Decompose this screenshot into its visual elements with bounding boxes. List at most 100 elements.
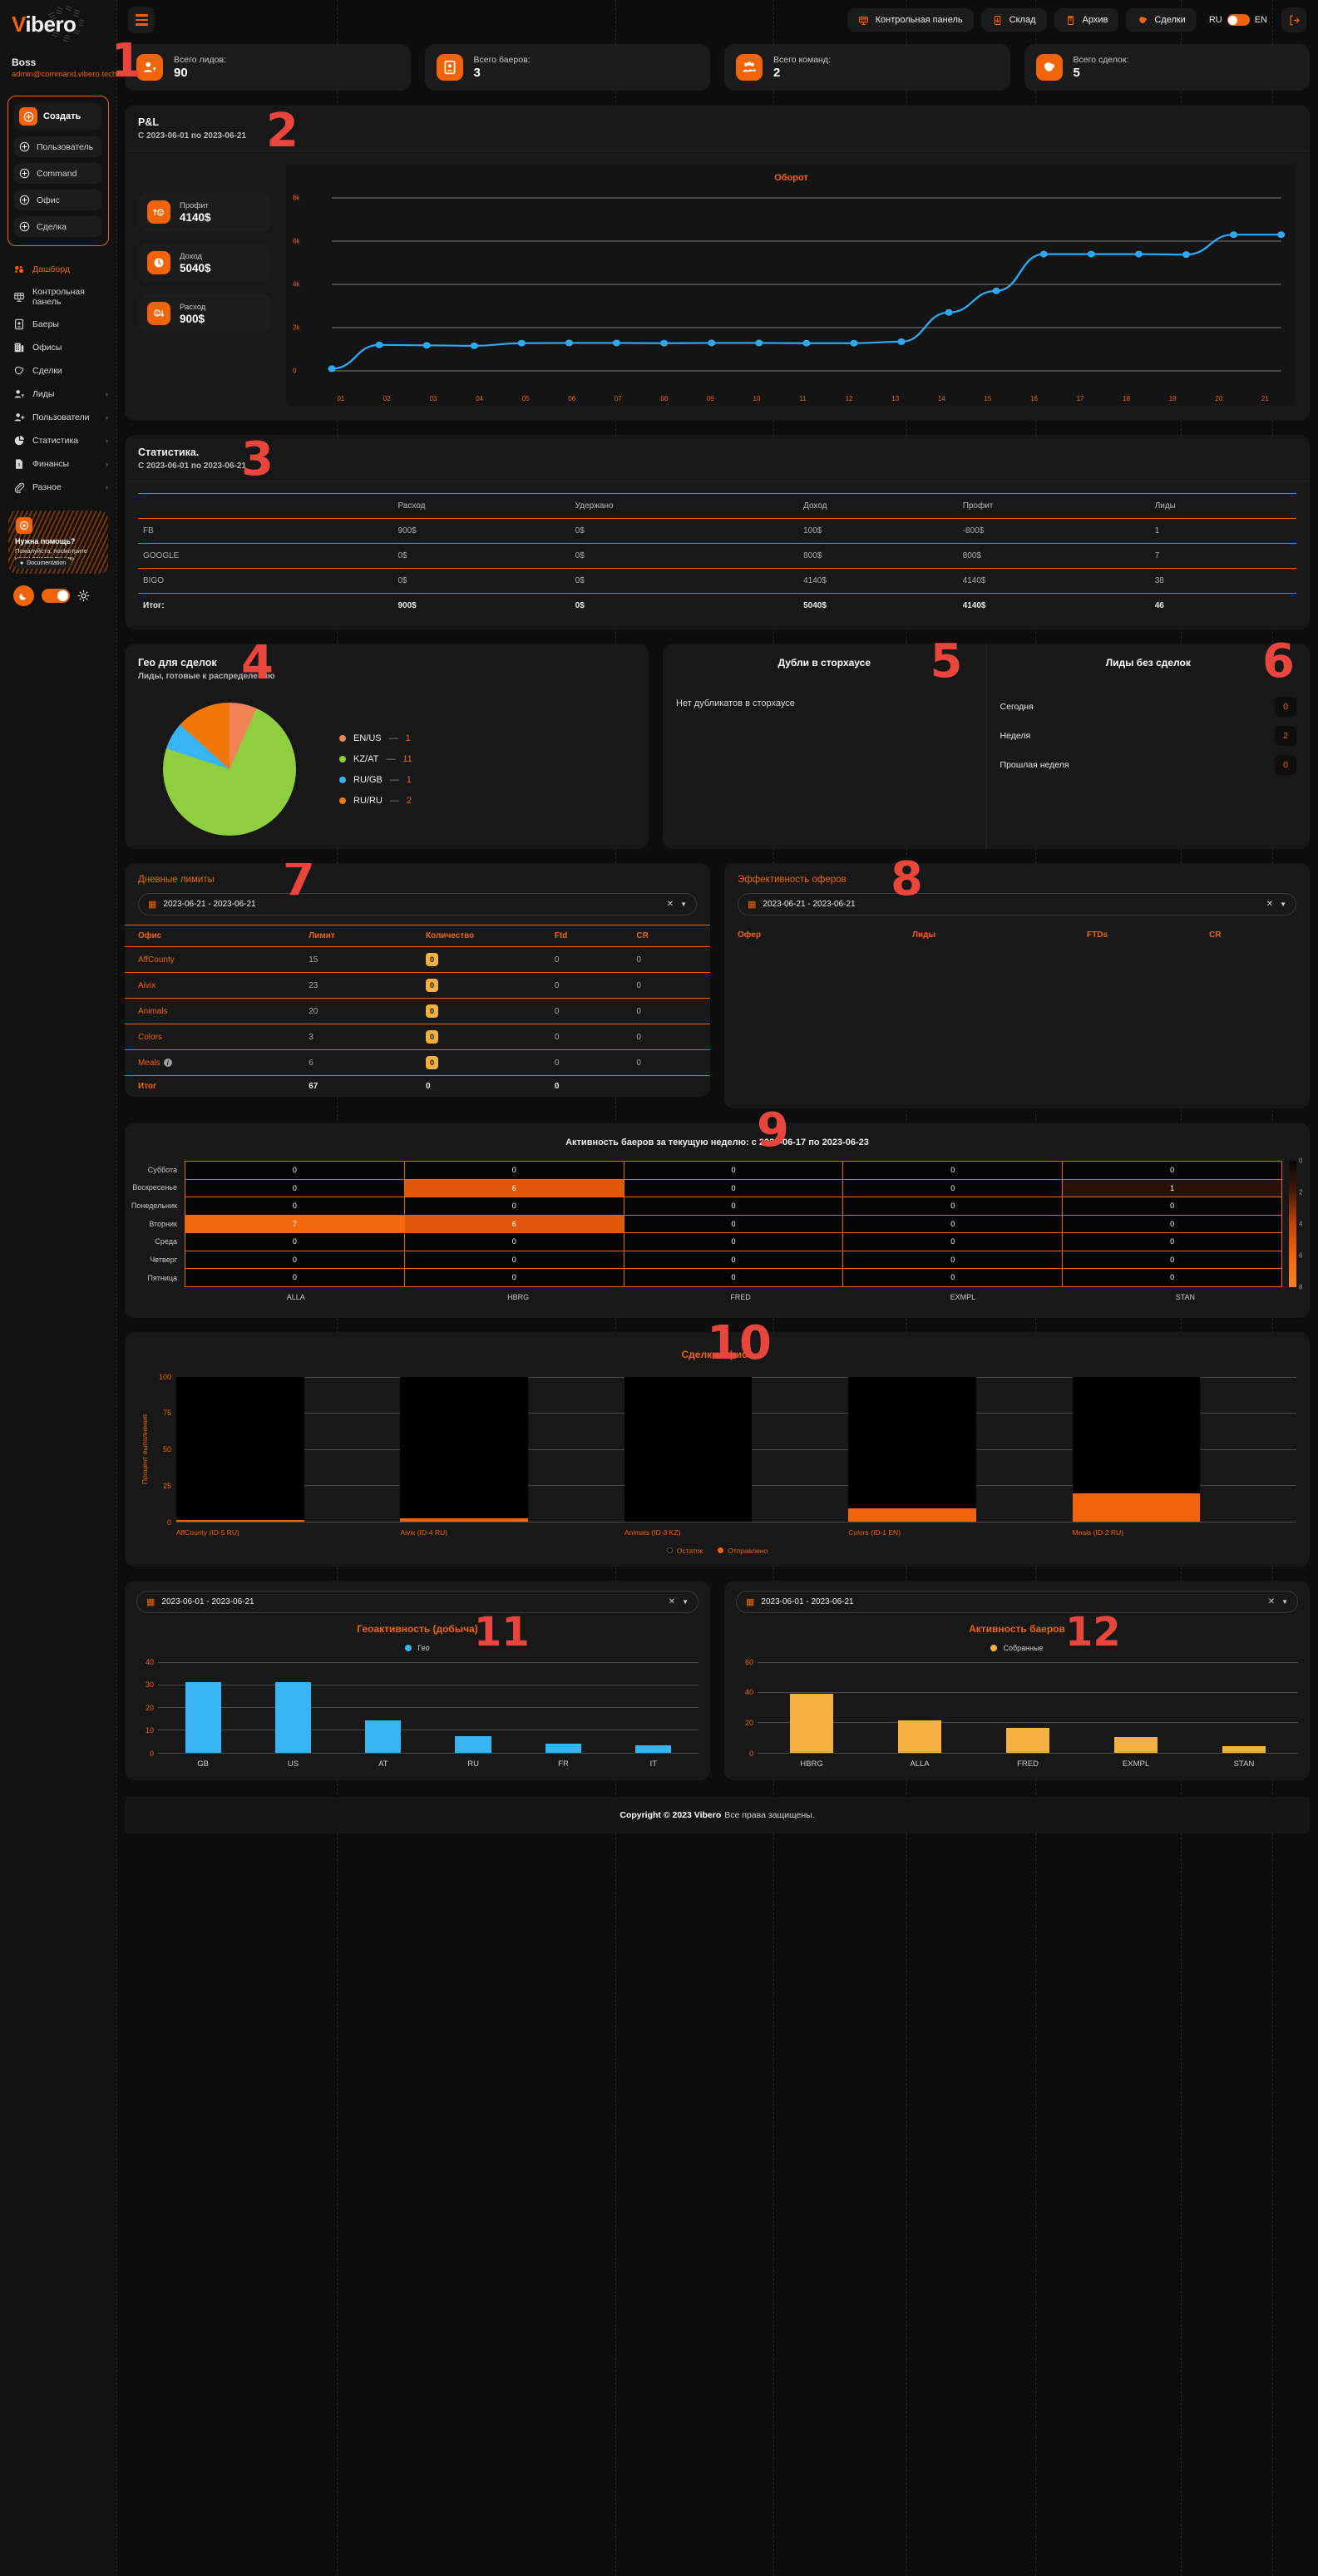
profit-icon: $ <box>147 200 170 224</box>
bar <box>455 1736 491 1753</box>
bar <box>400 1376 528 1522</box>
x-tick: 02 <box>383 395 391 402</box>
offers-date-picker[interactable]: ▦ 2023-06-21 - 2023-06-21 ✕ ▼ <box>738 893 1296 915</box>
create-item-office[interactable]: Офис <box>14 190 102 210</box>
chevron-down-icon[interactable]: ▼ <box>1280 901 1286 908</box>
sidebar-item-label: Офисы <box>32 343 62 353</box>
chevron-down-icon[interactable]: ▼ <box>682 1598 689 1606</box>
topnav-deals[interactable]: Сделки <box>1126 8 1197 32</box>
sidebar-item-control-panel[interactable]: Контрольная панель <box>0 281 116 313</box>
heatmap-cell: 0 <box>185 1251 404 1268</box>
chevron-down-icon[interactable]: ▼ <box>1281 1598 1288 1606</box>
logout-icon[interactable] <box>1281 7 1306 32</box>
offers-col-leads: Лиды <box>912 930 936 940</box>
sidebar-item-misc[interactable]: Разное › <box>0 476 116 499</box>
geo-activity-date-picker[interactable]: ▦ 2023-06-01 - 2023-06-21 ✕ ▼ <box>136 1590 698 1613</box>
create-item-label: Пользователь <box>37 141 94 152</box>
create-item-deal[interactable]: Сделка <box>14 216 102 237</box>
heatmap-cell: 1 <box>1063 1179 1281 1197</box>
svg-text:$: $ <box>159 211 161 216</box>
buyer-activity-date-picker[interactable]: ▦ 2023-06-01 - 2023-06-21 ✕ ▼ <box>736 1590 1298 1613</box>
limit-value: 20 <box>300 998 417 1024</box>
col-header: Доход <box>798 493 958 519</box>
dashboard-icon <box>13 264 25 275</box>
x-tick: 05 <box>521 395 530 402</box>
bar <box>1114 1737 1158 1753</box>
y-tick: 25 <box>162 1481 171 1490</box>
deals-icon <box>1137 14 1148 26</box>
total-label: Итог <box>138 1082 157 1091</box>
language-toggle[interactable]: RU EN <box>1209 14 1267 26</box>
plus-circle-icon <box>19 141 30 152</box>
plus-circle-icon <box>19 195 30 205</box>
topnav-control-panel[interactable]: Контрольная панель <box>847 8 974 32</box>
sidebar-item-offices[interactable]: Офисы <box>0 336 116 359</box>
sidebar-item-users[interactable]: Пользователи › <box>0 406 116 429</box>
info-icon[interactable]: i <box>163 1059 172 1067</box>
create-item-user[interactable]: Пользователь <box>14 136 102 157</box>
geo-activity-yaxis: 0 10 20 30 40 <box>136 1658 158 1758</box>
sidebar-item-deals[interactable]: Сделки <box>0 359 116 382</box>
sidebar-item-buyers[interactable]: Баеры <box>0 313 116 336</box>
sidebar-item-statistics[interactable]: Статистика › <box>0 429 116 452</box>
col-header: CR <box>628 925 710 947</box>
chevron-down-icon[interactable]: ▼ <box>680 901 687 908</box>
x-tick: 11 <box>799 395 807 402</box>
statistics-table: Расход Удержано Доход Профит Лиды FB 900$ 0$ 10… <box>138 493 1296 618</box>
bar <box>1006 1728 1049 1753</box>
heatmap-x-label: EXMPL <box>950 1292 976 1301</box>
theme-switch[interactable] <box>42 589 70 603</box>
legend-value: 2 <box>406 795 412 806</box>
moon-icon[interactable] <box>13 585 34 606</box>
x-tick: US <box>287 1759 299 1769</box>
limit-office: Animals <box>125 998 301 1024</box>
bar-segment-sent <box>176 1519 304 1522</box>
sidebar-item-finance[interactable]: $ Финансы › <box>0 452 116 476</box>
bar <box>1222 1746 1266 1753</box>
date-range-value: 2023-06-01 - 2023-06-21 <box>761 1596 854 1606</box>
gridline <box>758 1752 1298 1754</box>
create-button[interactable]: Создать <box>14 103 102 130</box>
legend-dot <box>339 797 346 804</box>
clear-icon[interactable]: ✕ <box>1266 900 1273 909</box>
table-cell: 38 <box>1149 568 1296 594</box>
limit-ftd: 0 <box>545 1049 629 1076</box>
deals-icon <box>1035 54 1063 81</box>
hamburger-icon[interactable] <box>128 7 155 33</box>
expense-icon: $ <box>147 302 170 325</box>
users-icon <box>13 412 25 423</box>
pl-label: Доход <box>180 251 202 261</box>
pl-value: 4140$ <box>180 210 211 224</box>
table-cell: 0$ <box>575 601 585 610</box>
stat-card-deals: Всего сделок: 5 <box>1024 44 1310 91</box>
pl-header: P&L С 2023-06-01 по 2023-06-21 <box>125 105 1310 151</box>
clear-icon[interactable]: ✕ <box>667 900 674 909</box>
sidebar-item-leads[interactable]: Лиды › <box>0 382 116 406</box>
table-row: Итог: 900$ 0$ 5040$ 4140$ 46 <box>138 594 1296 619</box>
clear-icon[interactable]: ✕ <box>669 1597 675 1606</box>
footer: Copyright © 2023 Vibero Все права защище… <box>125 1796 1310 1833</box>
create-item-command[interactable]: Command <box>14 163 102 184</box>
lang-switch[interactable] <box>1227 14 1250 26</box>
daily-limits-date-picker[interactable]: ▦ 2023-06-21 - 2023-06-21 ✕ ▼ <box>138 893 697 915</box>
sidebar-item-dashboard[interactable]: Дашборд <box>0 258 116 281</box>
clear-icon[interactable]: ✕ <box>1268 1597 1275 1606</box>
sun-icon[interactable] <box>77 590 90 602</box>
teams-icon <box>736 54 763 81</box>
col-header <box>138 493 393 519</box>
table-cell: 1 <box>1149 518 1296 544</box>
table-cell: 7 <box>1149 543 1296 569</box>
limit-ftd: 0 <box>545 972 629 999</box>
logo[interactable]: Vibero <box>0 0 116 48</box>
heatmap-y-label: Вторник <box>149 1219 177 1228</box>
topnav-archive[interactable]: Архив <box>1054 8 1119 32</box>
col-header: Количество <box>417 925 546 947</box>
user-name: Boss <box>12 57 37 68</box>
documentation-button[interactable]: ● Documentation <box>15 558 72 569</box>
create-button-label: Создать <box>43 111 81 121</box>
daily-limits-title: Дневные лимиты <box>138 875 215 885</box>
heatmap-cell: 0 <box>185 1269 404 1286</box>
main-content: 1 Всего лидов: 90 Всего баеров: 3 Всего … <box>110 38 1318 1833</box>
topnav-storage[interactable]: Склад <box>980 8 1047 32</box>
offers-table-header: Офер Лиды FTDs CR <box>724 925 1310 945</box>
